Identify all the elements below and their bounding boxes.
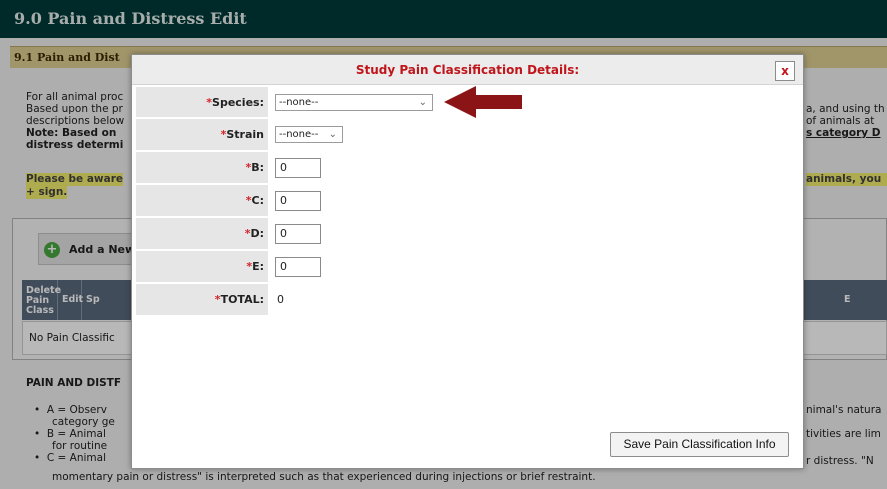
total-label-text: TOTAL: bbox=[220, 293, 264, 306]
d-label: *D: bbox=[136, 218, 268, 250]
strain-select-value: --none-- bbox=[279, 129, 319, 140]
total-row: *TOTAL: 0 bbox=[136, 284, 800, 316]
strain-label: *Strain bbox=[136, 119, 268, 151]
species-select[interactable]: --none-- ⌄ bbox=[275, 94, 433, 111]
d-label-text: D: bbox=[250, 227, 264, 240]
c-input[interactable]: 0 bbox=[275, 191, 321, 211]
chevron-down-icon: ⌄ bbox=[328, 129, 337, 140]
b-label: *B: bbox=[136, 152, 268, 184]
species-label-text: Species: bbox=[212, 96, 264, 109]
arrow-left-icon bbox=[444, 86, 522, 118]
e-input[interactable]: 0 bbox=[275, 257, 321, 277]
e-label: *E: bbox=[136, 251, 268, 283]
c-row: *C: 0 bbox=[136, 185, 800, 217]
c-label-text: C: bbox=[251, 194, 264, 207]
dialog-title: Study Pain Classification Details: bbox=[355, 63, 580, 77]
chevron-down-icon: ⌄ bbox=[418, 97, 427, 108]
d-row: *D: 0 bbox=[136, 218, 800, 250]
e-row: *E: 0 bbox=[136, 251, 800, 283]
dialog-titlebar: Study Pain Classification Details: x bbox=[132, 55, 803, 85]
b-label-text: B: bbox=[251, 161, 264, 174]
total-value: 0 bbox=[277, 293, 284, 306]
strain-row: *Strain --none-- ⌄ bbox=[136, 119, 800, 151]
total-label: *TOTAL: bbox=[136, 284, 268, 316]
species-label: *Species: bbox=[136, 87, 268, 118]
close-button[interactable]: x bbox=[775, 61, 795, 81]
c-label: *C: bbox=[136, 185, 268, 217]
strain-select[interactable]: --none-- ⌄ bbox=[275, 126, 343, 143]
e-label-text: E: bbox=[252, 260, 264, 273]
strain-label-text: Strain bbox=[226, 128, 264, 141]
save-pain-classification-button[interactable]: Save Pain Classification Info bbox=[610, 432, 789, 457]
b-row: *B: 0 bbox=[136, 152, 800, 184]
b-input[interactable]: 0 bbox=[275, 158, 321, 178]
d-input[interactable]: 0 bbox=[275, 224, 321, 244]
species-select-value: --none-- bbox=[279, 97, 319, 108]
